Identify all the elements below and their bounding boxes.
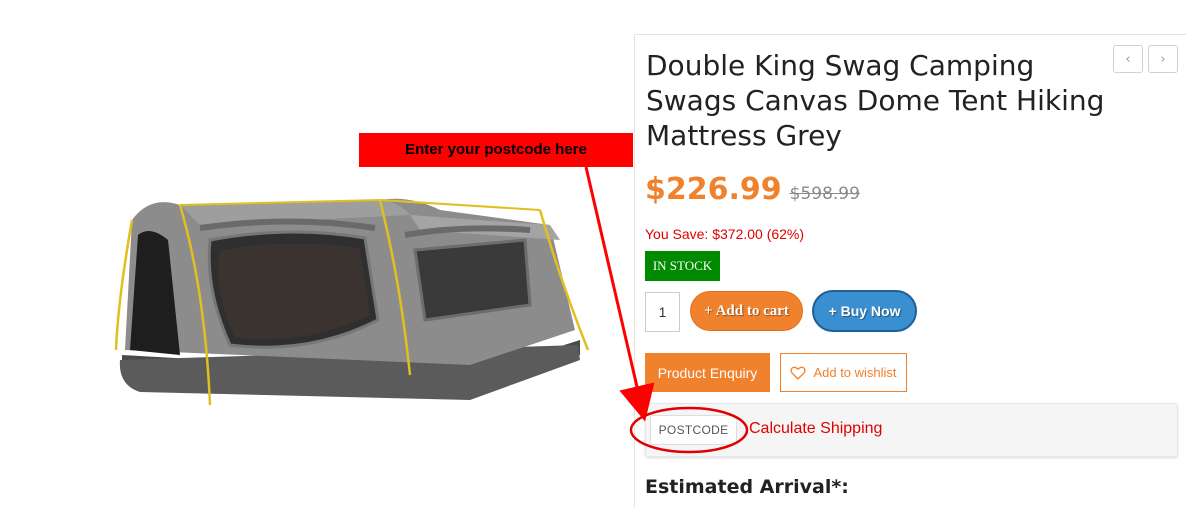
next-product-button[interactable]: › xyxy=(1148,45,1178,73)
product-image-area: Enter your postcode here xyxy=(0,0,634,508)
product-title: Double King Swag Camping Swags Canvas Do… xyxy=(646,49,1105,152)
calculate-shipping-link[interactable]: Calculate Shipping xyxy=(749,420,882,438)
current-price: $226.99 xyxy=(645,172,782,207)
chevron-right-icon: › xyxy=(1160,51,1166,67)
product-image[interactable] xyxy=(110,180,610,420)
product-nav: ‹ › xyxy=(1113,45,1178,73)
postcode-button[interactable]: POSTCODE xyxy=(650,415,737,445)
postcode-callout: Enter your postcode here xyxy=(359,133,633,167)
add-to-cart-button[interactable]: + Add to cart xyxy=(690,291,803,331)
wishlist-label: Add to wishlist xyxy=(813,365,897,380)
prev-product-button[interactable]: ‹ xyxy=(1113,45,1143,73)
savings-text: You Save: $372.00 (62%) xyxy=(645,226,805,242)
stock-status-badge: IN STOCK xyxy=(645,251,720,281)
product-enquiry-button[interactable]: Product Enquiry xyxy=(645,353,770,392)
quantity-input[interactable] xyxy=(645,292,680,332)
heart-icon xyxy=(790,366,807,380)
buy-now-button[interactable]: + Buy Now xyxy=(812,290,917,332)
price-row: $226.99 $598.99 xyxy=(645,172,860,207)
original-price: $598.99 xyxy=(789,184,860,204)
estimated-arrival-heading: Estimated Arrival*: xyxy=(645,476,849,498)
add-to-wishlist-button[interactable]: Add to wishlist xyxy=(780,353,907,392)
chevron-left-icon: ‹ xyxy=(1125,51,1131,67)
